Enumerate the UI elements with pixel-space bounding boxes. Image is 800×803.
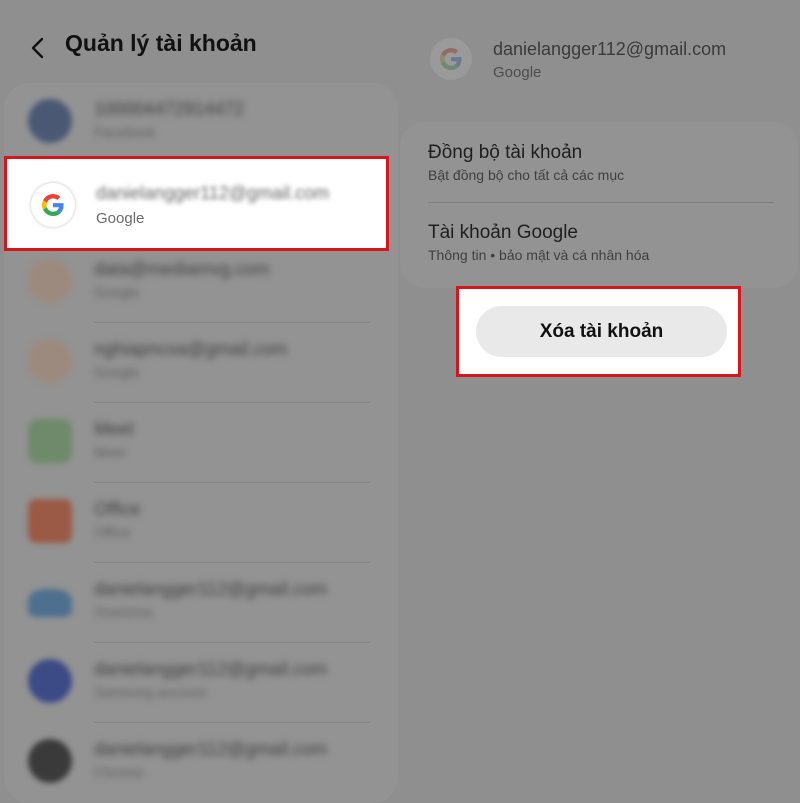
list-item-samsung-account[interactable]: danielangger112@gmail.com Samsung accoun… xyxy=(4,643,398,723)
list-item-office-account[interactable]: Office Office xyxy=(4,483,398,563)
google-icon xyxy=(28,339,72,383)
selected-google-account-item[interactable]: danielangger112@gmail.com Google xyxy=(4,156,389,251)
detail-email: danielangger112@gmail.com xyxy=(493,39,727,59)
account-subtitle: OneDrive xyxy=(94,604,154,620)
row-subtitle: Thông tin • bảo mật và cá nhân hóa xyxy=(428,247,650,263)
google-g-icon xyxy=(31,183,75,227)
account-subtitle: Samsung account xyxy=(94,684,207,700)
list-item-google-account[interactable]: nghiapncoa@gmail.com Google xyxy=(4,323,398,403)
account-title: data@mediamvg.com xyxy=(94,259,270,279)
office-icon xyxy=(28,499,72,543)
list-item-google-account[interactable]: data@mediamvg.com Google xyxy=(4,243,398,323)
detail-account-type: Google xyxy=(493,64,542,81)
list-item-text: 100004472914472 Facebook xyxy=(94,99,244,140)
list-item-chrome-account[interactable]: danielangger112@gmail.com Chrome xyxy=(4,723,398,803)
account-detail-pane: danielangger112@gmail.com Google Đồng bộ… xyxy=(400,0,800,800)
account-subtitle: Facebook xyxy=(94,124,156,140)
account-title: Meet xyxy=(94,419,135,439)
account-options-card: Đồng bộ tài khoản Bật đồng bộ cho tất cả… xyxy=(400,122,798,288)
account-title: Office xyxy=(94,499,141,519)
back-arrow-icon[interactable] xyxy=(24,26,54,66)
onedrive-cloud-icon xyxy=(28,589,72,617)
account-title: 100004472914472 xyxy=(94,99,245,119)
list-item-meet-account[interactable]: Meet Meet xyxy=(4,403,398,483)
account-title: danielangger112@gmail.com xyxy=(94,739,328,759)
account-type: Google xyxy=(96,210,145,227)
google-account-row[interactable]: Tài khoản Google Thông tin • bảo mật và … xyxy=(428,202,774,282)
list-item-facebook-account[interactable]: 100004472914472 Facebook xyxy=(4,83,398,163)
list-item-text: Meet Meet xyxy=(94,419,134,460)
account-subtitle: Google xyxy=(94,284,140,300)
list-item-text: danielangger112@gmail.com Samsung accoun… xyxy=(94,659,327,700)
list-item-onedrive-account[interactable]: danielangger112@gmail.com OneDrive xyxy=(4,563,398,643)
account-subtitle: Office xyxy=(94,524,131,540)
meet-icon xyxy=(28,419,72,463)
account-subtitle: Meet xyxy=(94,444,126,460)
account-title: danielangger112@gmail.com xyxy=(94,579,328,599)
chrome-icon xyxy=(28,739,72,783)
row-subtitle: Bật đồng bộ cho tất cả các mục xyxy=(428,167,625,183)
row-title: Tài khoản Google xyxy=(428,222,578,243)
list-item-text: danielangger112@gmail.com Chrome xyxy=(94,739,327,780)
list-item-text: Office Office xyxy=(94,499,141,540)
account-title: nghiapncoa@gmail.com xyxy=(94,339,288,359)
row-title: Đồng bộ tài khoản xyxy=(428,142,583,163)
account-subtitle: Google xyxy=(94,364,140,380)
list-item-text: nghiapncoa@gmail.com Google xyxy=(94,339,287,380)
google-icon xyxy=(28,259,72,303)
facebook-icon xyxy=(28,99,72,143)
list-item-text: data@mediamvg.com Google xyxy=(94,259,269,300)
account-email: danielangger112@gmail.com xyxy=(96,183,330,203)
account-title: danielangger112@gmail.com xyxy=(94,659,328,679)
account-list-pane: Quản lý tài khoản 100004472914472 Facebo… xyxy=(0,0,400,803)
account-subtitle: Chrome xyxy=(94,764,144,780)
list-item-text: danielangger112@gmail.com OneDrive xyxy=(94,579,327,620)
app-header: Quản lý tài khoản xyxy=(0,18,400,74)
sync-account-row[interactable]: Đồng bộ tài khoản Bật đồng bộ cho tất cả… xyxy=(428,122,774,202)
page-title: Quản lý tài khoản xyxy=(65,30,257,56)
account-detail-header: danielangger112@gmail.com Google xyxy=(430,38,790,88)
remove-account-button[interactable]: Xóa tài khoản xyxy=(476,306,727,357)
remove-account-highlight: Xóa tài khoản xyxy=(456,286,741,377)
samsung-account-icon xyxy=(28,659,72,703)
google-g-icon xyxy=(430,38,472,80)
